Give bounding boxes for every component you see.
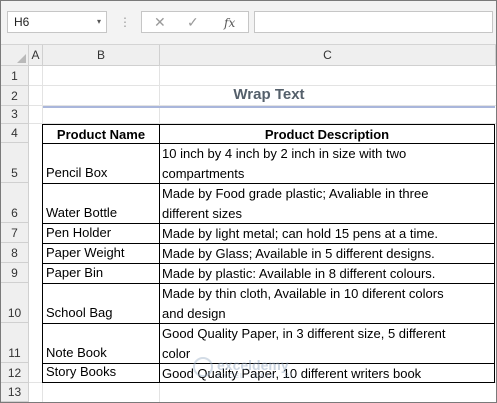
row-header-5[interactable]: 5 <box>1 143 29 183</box>
table-cell-name[interactable]: Pencil Box <box>42 143 160 184</box>
row-header-2[interactable]: 2 <box>1 86 29 106</box>
table-cell-description[interactable]: Made by plastic: Available in 8 differen… <box>159 263 495 284</box>
table-cell-name[interactable]: School Bag <box>42 283 160 324</box>
column-header-c[interactable]: C <box>160 45 496 66</box>
row-header-4[interactable]: 4 <box>1 124 29 143</box>
row-header-6[interactable]: 6 <box>1 183 29 223</box>
row-header-10[interactable]: 10 <box>1 283 29 323</box>
column-header-b[interactable]: B <box>43 45 160 66</box>
formula-input[interactable] <box>254 11 493 33</box>
row-header-11[interactable]: 11 <box>1 323 29 363</box>
column-header-a[interactable]: A <box>29 45 43 66</box>
name-box[interactable]: H6 ▾ <box>7 11 107 33</box>
insert-function-icon[interactable]: fx <box>224 14 235 32</box>
sheet-title: Wrap Text <box>233 86 305 103</box>
header-cell-product-description[interactable]: Product Description <box>159 124 495 144</box>
formula-bar: H6 ▾ ⋮ ✕ ✓ fx <box>1 1 496 45</box>
table-cell-name[interactable]: Paper Bin <box>42 263 160 284</box>
formula-buttons: ✕ ✓ fx <box>141 11 249 33</box>
table-cell-name[interactable]: Note Book <box>42 323 160 364</box>
table-cell-description[interactable]: Made by thin cloth, Available in 10 dife… <box>159 283 495 324</box>
select-all-button[interactable] <box>1 45 29 66</box>
row-header-7[interactable]: 7 <box>1 223 29 243</box>
worksheet-grid[interactable]: A B C 1 2 3 4 5 6 7 8 9 10 11 12 13 Wrap… <box>1 45 496 402</box>
table-cell-name[interactable]: Story Books <box>42 363 160 383</box>
table-cell-description[interactable]: Made by Food grade plastic; Avaliable in… <box>159 183 495 224</box>
table-cell-name[interactable]: Water Bottle <box>42 183 160 224</box>
table-cell-name[interactable]: Pen Holder <box>42 223 160 244</box>
row-header-1[interactable]: 1 <box>1 66 29 86</box>
row-header-8[interactable]: 8 <box>1 243 29 263</box>
separator-handle-icon[interactable]: ⋮ <box>119 15 131 29</box>
enter-icon[interactable]: ✓ <box>187 13 199 31</box>
table-cell-description[interactable]: Good Quality Paper, in 3 different size,… <box>159 323 495 364</box>
row-header-13[interactable]: 13 <box>1 383 29 402</box>
header-cell-product-name[interactable]: Product Name <box>42 124 160 144</box>
chevron-down-icon[interactable]: ▾ <box>97 12 101 32</box>
table-cell-name[interactable]: Paper Weight <box>42 243 160 264</box>
table-cell-description[interactable]: Good Quality Paper, 10 different writers… <box>159 363 495 383</box>
cancel-icon[interactable]: ✕ <box>154 13 166 31</box>
row-header-12[interactable]: 12 <box>1 363 29 383</box>
name-box-value: H6 <box>14 15 30 29</box>
row-header-3[interactable]: 3 <box>1 106 29 124</box>
table-cell-description[interactable]: 10 inch by 4 inch by 2 inch in size with… <box>159 143 495 184</box>
spreadsheet-window: H6 ▾ ⋮ ✕ ✓ fx A B C 1 2 3 4 5 6 7 8 9 10… <box>0 0 497 403</box>
select-all-icon <box>17 54 26 63</box>
table-cell-description[interactable]: Made by Glass; Available in 5 different … <box>159 243 495 264</box>
table-cell-description[interactable]: Made by light metal; can hold 15 pens at… <box>159 223 495 244</box>
row-header-9[interactable]: 9 <box>1 263 29 283</box>
title-underline <box>43 106 495 108</box>
